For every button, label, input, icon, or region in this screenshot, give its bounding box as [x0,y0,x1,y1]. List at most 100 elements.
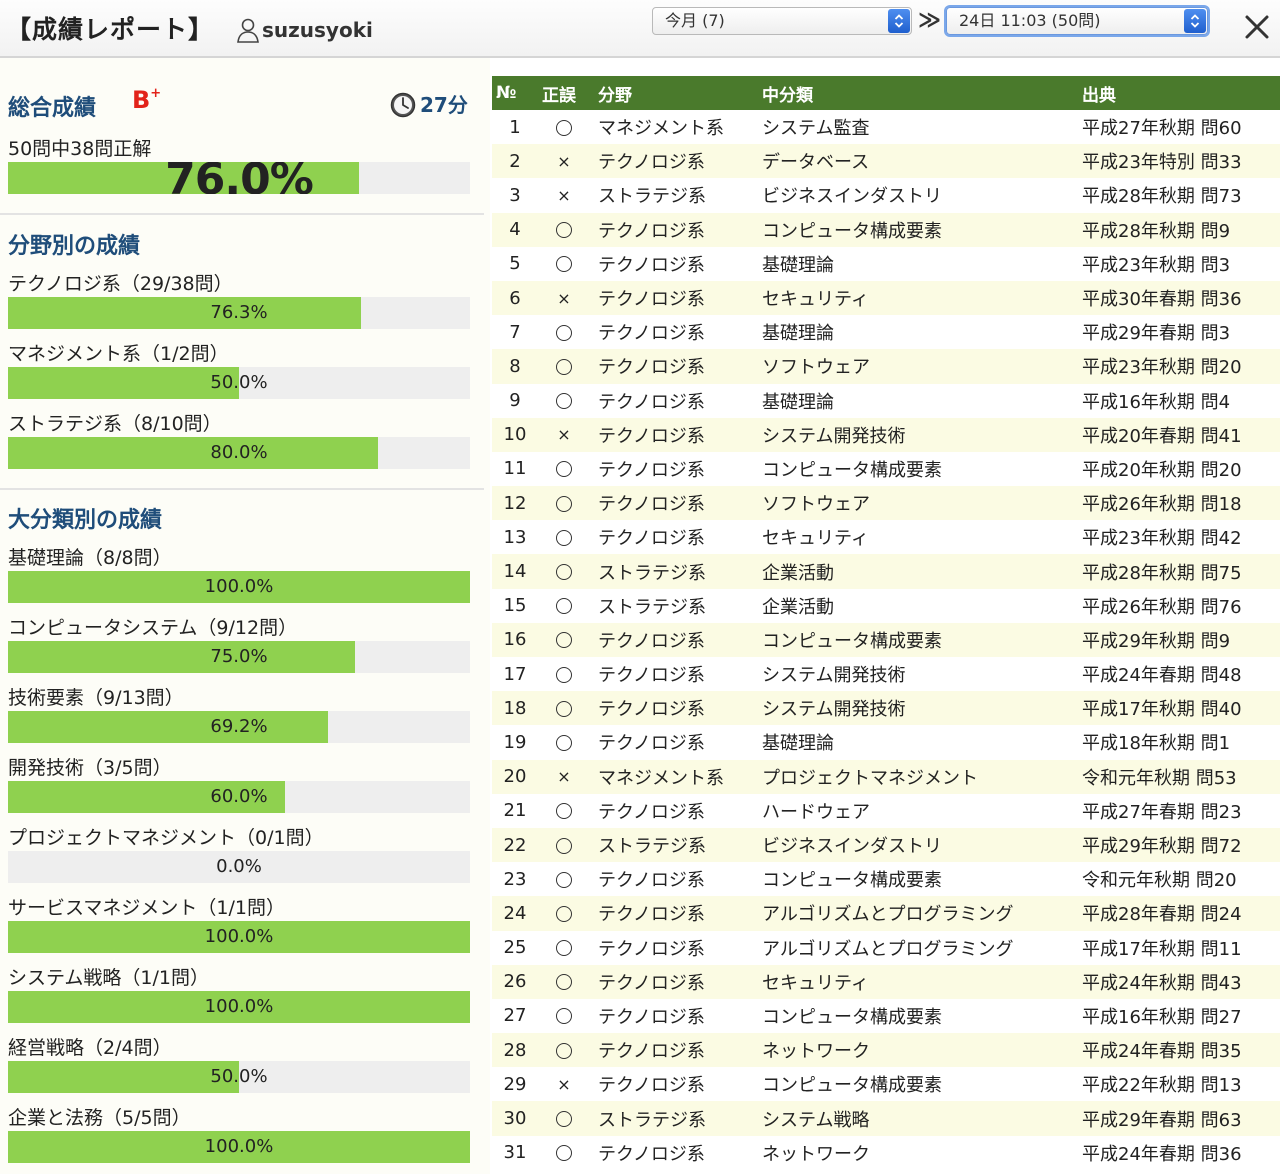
cell-source: 平成17年秋期 問11 [1082,938,1242,960]
table-row[interactable]: 31 テクノロジ系 ネットワーク 平成24年春期 問36 [492,1136,1280,1170]
cell-field: ストラテジ系 [598,596,706,618]
table-row[interactable]: 13 テクノロジ系 セキュリティ 平成23年秋期 問42 [492,520,1280,554]
cross-mark-icon: × [557,185,571,205]
cell-source: 平成20年秋期 問20 [1082,459,1242,481]
month-select[interactable]: 今月 (7) [652,7,912,35]
table-row[interactable]: 1 マネジメント系 システム監査 平成27年秋期 問60 [492,110,1280,144]
table-row[interactable]: 19 テクノロジ系 基礎理論 平成18年秋期 問1 [492,725,1280,759]
table-row[interactable]: 18 テクノロジ系 システム開発技術 平成17年秋期 問40 [492,691,1280,726]
overall-title: 総合成績 [8,96,97,121]
session-select[interactable]: 24日 11:03 (50問) [946,7,1208,35]
cell-source: 平成24年春期 問35 [1074,1033,1280,1068]
close-icon[interactable] [1242,12,1272,42]
score-label: ストラテジ系（8/10問） [8,413,222,435]
table-row[interactable]: 14 ストラテジ系 企業活動 平成28年秋期 問75 [492,554,1280,589]
cell-source: 平成28年春期 問24 [1074,896,1280,931]
table-row[interactable]: 6 × テクノロジ系 セキュリティ 平成30年春期 問36 [492,280,1280,316]
cell-result [538,964,590,999]
table-body: 1 マネジメント系 システム監査 平成27年秋期 問60 2 × テクノロジ系 データベース平… [492,110,1280,1170]
score-progress-bar: 100.0% [8,921,470,953]
header-bar: 【成績レポート】 suzusyoki 今月 (7) ≫ 24日 11:03 (5… [0,0,1280,58]
cell-category: ソフトウェア [754,486,1074,521]
table-row[interactable]: 24 テクノロジ系 アルゴリズムとプログラミング 平成28年春期 問24 [492,896,1280,931]
circle-mark-icon [556,1042,572,1059]
table-row[interactable]: 5 テクノロジ系 基礎理論 平成23年秋期 問3 [492,247,1280,281]
circle-mark-icon [556,734,572,751]
cell-field: テクノロジ系 [598,528,705,550]
table-row[interactable]: 28 テクノロジ系 ネットワーク 平成24年春期 問35 [492,1033,1280,1068]
cell-field: ストラテジ系 [598,186,706,208]
cell-number: 11 [503,458,527,480]
table-row[interactable]: 29 × テクノロジ系 コンピュータ構成要素 平成22年秋期 問13 [492,1067,1280,1101]
cross-mark-icon: × [557,288,571,308]
cell-field: テクノロジ系 [590,486,754,521]
table-row[interactable]: 27 テクノロジ系 コンピュータ構成要素 平成16年秋期 問27 [492,999,1280,1033]
score-label: コンピュータシステム（9/12問） [8,617,298,639]
cell-source: 平成27年春期 問23 [1082,801,1242,823]
cell-number: 14 [492,554,538,589]
cell-source: 平成30年春期 問36 [1074,280,1280,316]
col-header-source: 出典 [1074,76,1280,110]
table-row[interactable]: 21 テクノロジ系 ハードウェア 平成27年春期 問23 [492,794,1280,828]
table-row[interactable]: 11 テクノロジ系 コンピュータ構成要素 平成20年秋期 問20 [492,452,1280,486]
cell-number: 21 [503,800,527,822]
cross-mark-icon: × [557,1074,571,1094]
circle-mark-icon [556,256,572,273]
score-progress-bar: 100.0% [8,571,470,603]
cell-field: ストラテジ系 [590,1101,754,1136]
table-row[interactable]: 30 ストラテジ系 システム戦略 平成29年春期 問63 [492,1101,1280,1136]
cell-source: 令和元年秋期 問20 [1082,870,1237,892]
table-row[interactable]: 10 × テクノロジ系 システム開発技術 平成20年春期 問41 [492,417,1280,452]
cell-result [538,896,590,931]
score-percent: 75.0% [210,646,268,667]
cell-source: 平成17年秋期 問40 [1074,691,1280,726]
table-row[interactable]: 3 × ストラテジ系 ビジネスインダストリ 平成28年秋期 問73 [492,178,1280,212]
col-header-result: 正誤 [538,76,590,110]
cell-category: セキュリティ [762,528,869,550]
score-progress-bar: 50.0% [8,367,470,399]
cell-result [538,315,590,349]
table-row[interactable]: 22 ストラテジ系 ビジネスインダストリ 平成29年秋期 問72 [492,827,1280,863]
table-row[interactable]: 23 テクノロジ系 コンピュータ構成要素 令和元年秋期 問20 [492,862,1280,896]
grade-modifier: + [150,86,162,101]
circle-mark-icon [556,837,572,854]
cell-number: 19 [503,731,527,753]
cell-field: テクノロジ系 [598,1075,705,1097]
table-row[interactable]: 25 テクノロジ系 アルゴリズムとプログラミング 平成17年秋期 問11 [492,931,1280,965]
table-row[interactable]: 17 テクノロジ系 システム開発技術 平成24年春期 問48 [492,657,1280,691]
score-progress-bar: 50.0% [8,1061,470,1093]
table-row[interactable]: 12 テクノロジ系 ソフトウェア 平成26年秋期 問18 [492,486,1280,521]
score-percent: 50.0% [210,1066,268,1087]
user-name: suzusyoki [262,18,373,42]
table-row[interactable]: 15 ストラテジ系 企業活動 平成26年秋期 問76 [492,589,1280,623]
circle-mark-icon [556,940,572,957]
table-row[interactable]: 16 テクノロジ系 コンピュータ構成要素 平成29年秋期 問9 [492,622,1280,657]
user-info: suzusyoki [236,16,373,44]
table-row[interactable]: 4 テクノロジ系 コンピュータ構成要素 平成28年秋期 問9 [492,212,1280,247]
table-row[interactable]: 20 × マネジメント系 プロジェクトマネジメント 令和元年秋期 問53 [492,759,1280,794]
table-row[interactable]: 8 テクノロジ系 ソフトウェア 平成23年秋期 問20 [492,349,1280,384]
score-label: 基礎理論（8/8問） [8,547,172,569]
cell-result [538,862,590,896]
table-row[interactable]: 26 テクノロジ系 セキュリティ 平成24年秋期 問43 [492,964,1280,999]
cell-number: 23 [503,868,527,890]
cell-source: 平成28年秋期 問73 [1082,186,1242,208]
circle-mark-icon [556,598,572,615]
cell-result [538,349,590,384]
cell-category: コンピュータ構成要素 [762,459,942,481]
table-row[interactable]: 7 テクノロジ系 基礎理論 平成29年春期 問3 [492,315,1280,349]
table-row[interactable]: 9 テクノロジ系 基礎理論 平成16年秋期 問4 [492,384,1280,418]
double-chevron-right-icon[interactable]: ≫ [918,8,941,33]
category-section-title: 大分類別の成績 [8,508,163,533]
cell-field: マネジメント系 [598,118,724,140]
cell-result: × [538,417,590,452]
cell-category: ネットワーク [754,1033,1074,1068]
circle-mark-icon [556,974,572,991]
circle-mark-icon [556,666,572,683]
score-percent: 69.2% [210,716,268,737]
field-section-title: 分野別の成績 [8,234,141,259]
table-row[interactable]: 2 × テクノロジ系 データベース 平成23年特別 問33 [492,144,1280,179]
cell-category: 企業活動 [754,554,1074,589]
cell-category: コンピュータ構成要素 [762,1075,942,1097]
cell-category: コンピュータ構成要素 [754,212,1074,247]
